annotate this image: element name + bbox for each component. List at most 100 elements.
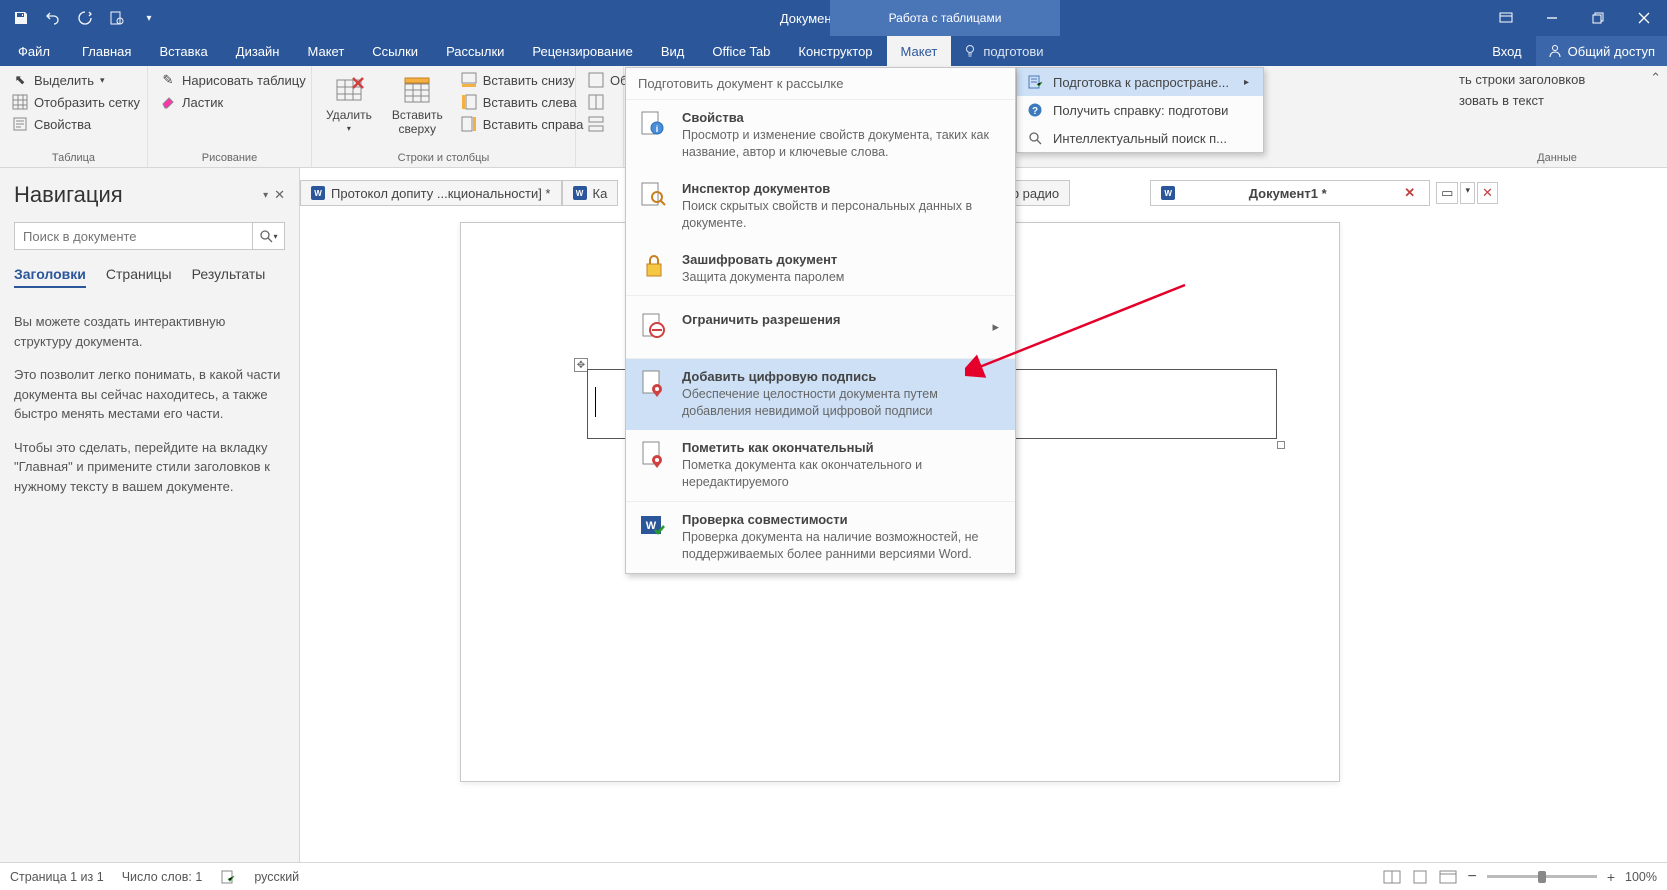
status-language[interactable]: русский (254, 870, 299, 884)
tab-officetab[interactable]: Office Tab (698, 36, 784, 66)
text-cursor (595, 387, 596, 417)
nav-search-input[interactable] (15, 223, 252, 249)
insert-right-icon (461, 116, 477, 132)
zoom-in-icon[interactable]: + (1607, 869, 1615, 885)
eraser-button[interactable]: Ластик (156, 92, 310, 112)
svg-text:i: i (656, 124, 659, 134)
zoom-thumb[interactable] (1538, 871, 1546, 883)
spellcheck-icon[interactable] (220, 869, 236, 885)
view-web-icon[interactable] (1439, 870, 1457, 884)
search-icon[interactable]: ▾ (252, 223, 284, 249)
submenu-prepare-label: Подготовка к распростране... (1053, 75, 1234, 90)
tab-table-design[interactable]: Конструктор (784, 36, 886, 66)
chevron-right-icon: ▸ (1244, 77, 1249, 88)
nav-body: Вы можете создать интерактивную структур… (14, 312, 285, 496)
tab-references[interactable]: Ссылки (358, 36, 432, 66)
doctab-new-icon[interactable]: ▭ (1436, 182, 1458, 204)
tab-layout[interactable]: Макет (293, 36, 358, 66)
minimize-icon[interactable] (1529, 0, 1575, 36)
restrict-icon (638, 312, 668, 342)
doctab-4[interactable]: WДокумент1 *✕ (1150, 180, 1430, 206)
insert-left-button[interactable]: Вставить слева (457, 92, 588, 112)
tab-view[interactable]: Вид (647, 36, 699, 66)
doctab-close-all-icon[interactable]: ✕ (1477, 182, 1498, 204)
zoom-level[interactable]: 100% (1625, 870, 1657, 884)
person-icon (1548, 44, 1562, 58)
menu-signature[interactable]: Добавить цифровую подписьОбеспечение цел… (626, 359, 1015, 430)
status-page[interactable]: Страница 1 из 1 (10, 870, 104, 884)
signin-link[interactable]: Вход (1478, 44, 1535, 59)
menu-encrypt[interactable]: Зашифровать документЗащита документа пар… (626, 242, 1015, 297)
tab-design[interactable]: Дизайн (222, 36, 294, 66)
properties-button[interactable]: Свойства (8, 114, 144, 134)
menu-compat-desc: Проверка документа на наличие возможност… (682, 529, 992, 563)
share-button[interactable]: Общий доступ (1536, 36, 1667, 66)
gridlines-label: Отобразить сетку (34, 95, 140, 110)
nav-tab-results[interactable]: Результаты (192, 266, 266, 288)
close-icon[interactable] (1621, 0, 1667, 36)
view-gridlines-button[interactable]: Отобразить сетку (8, 92, 144, 112)
nav-tab-headings[interactable]: Заголовки (14, 266, 86, 288)
tab-file[interactable]: Файл (0, 36, 68, 66)
nav-tab-pages[interactable]: Страницы (106, 266, 172, 288)
nav-search[interactable]: ▾ (14, 222, 285, 250)
nav-close-icon[interactable]: ✕ (274, 187, 285, 203)
select-button[interactable]: ⬉Выделить▾ (8, 70, 144, 90)
tab-table-layout[interactable]: Макет (887, 36, 952, 66)
submenu-help[interactable]: ? Получить справку: подготови (1017, 96, 1263, 124)
nav-dropdown-icon[interactable]: ▾ (263, 190, 268, 201)
tab-home[interactable]: Главная (68, 36, 145, 66)
menu-properties[interactable]: i СвойстваПросмотр и изменение свойств д… (626, 100, 1015, 171)
merge-icon (588, 72, 604, 88)
menu-compat[interactable]: W Проверка совместимостиПроверка докумен… (626, 502, 1015, 573)
nav-hint-1: Вы можете создать интерактивную структур… (14, 312, 285, 351)
view-read-icon[interactable] (1383, 870, 1401, 884)
menu-inspect[interactable]: Инспектор документовПоиск скрытых свойст… (626, 171, 1015, 242)
repeat-header-button[interactable]: ть строки заголовков (1455, 70, 1659, 89)
close-icon[interactable]: ✕ (1400, 185, 1419, 201)
preview-icon[interactable] (106, 7, 128, 29)
ribbon-options-icon[interactable] (1483, 0, 1529, 36)
properties-icon: i (638, 110, 668, 140)
menu-encrypt-title: Зашифровать документ (682, 252, 999, 267)
insert-right-button[interactable]: Вставить справа (457, 114, 588, 134)
qat-customize-icon[interactable]: ▾ (138, 7, 160, 29)
tell-me-search[interactable]: подготови (951, 36, 1055, 66)
zoom-out-icon[interactable]: − (1467, 868, 1476, 886)
doctab-1[interactable]: WПротокол допиту ...кциональности] * (300, 180, 562, 206)
ribbon-tabs: Файл Главная Вставка Дизайн Макет Ссылки… (0, 36, 1667, 66)
redo-icon[interactable] (74, 7, 96, 29)
status-words[interactable]: Число слов: 1 (122, 870, 203, 884)
insert-below-button[interactable]: Вставить снизу (457, 70, 588, 90)
tab-insert[interactable]: Вставка (145, 36, 221, 66)
convert-text-button[interactable]: зовать в текст (1455, 91, 1659, 110)
lightbulb-icon (963, 44, 977, 58)
word-icon: W (1161, 186, 1175, 200)
draw-table-button[interactable]: ✎Нарисовать таблицу (156, 70, 310, 90)
submenu-smart[interactable]: Интеллектуальный поиск п... (1017, 124, 1263, 152)
insert-above-button[interactable]: Вставить сверху (386, 70, 449, 140)
submenu-prepare[interactable]: Подготовка к распростране... ▸ (1017, 68, 1263, 96)
tab-review[interactable]: Рецензирование (518, 36, 646, 66)
collapse-ribbon-icon[interactable]: ⌃ (1650, 70, 1661, 86)
restore-icon[interactable] (1575, 0, 1621, 36)
table-move-handle-icon[interactable]: ✥ (574, 358, 588, 372)
doctab-list-icon[interactable]: ▾ (1460, 182, 1475, 204)
menu-final[interactable]: Пометить как окончательныйПометка докуме… (626, 430, 1015, 502)
undo-icon[interactable] (42, 7, 64, 29)
menu-header: Подготовить документ к рассылке (626, 68, 1015, 100)
menu-restrict[interactable]: Ограничить разрешения ▸ (626, 296, 1015, 359)
view-print-icon[interactable] (1411, 870, 1429, 884)
save-icon[interactable] (10, 7, 32, 29)
final-icon (638, 440, 668, 470)
zoom-slider[interactable] (1487, 875, 1597, 878)
insert-right-label: Вставить справа (483, 117, 584, 132)
tell-me-text: подготови (983, 44, 1043, 59)
menu-properties-title: Свойства (682, 110, 999, 125)
insert-below-label: Вставить снизу (483, 73, 575, 88)
doctab-2[interactable]: WКа (562, 180, 619, 206)
table-resize-handle[interactable] (1277, 441, 1285, 449)
eraser-icon (160, 94, 176, 110)
delete-button[interactable]: Удалить▾ (320, 70, 378, 137)
tab-mailings[interactable]: Рассылки (432, 36, 518, 66)
